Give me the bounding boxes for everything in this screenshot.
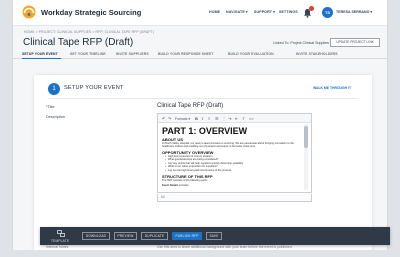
editor-scrollbar-thumb[interactable] — [304, 126, 308, 148]
walk-me-through-link[interactable]: WALK ME THROUGH IT — [313, 86, 351, 90]
notification-badge — [309, 6, 314, 11]
italic-icon[interactable]: I — [202, 116, 203, 121]
about-text: At North Valley Hospital, our team is la… — [162, 142, 294, 149]
clear-format-icon[interactable]: T — [242, 116, 244, 121]
duplicate-button[interactable]: DUPLICATE — [141, 232, 168, 240]
avatar[interactable]: TS — [322, 7, 333, 18]
nav-navigate[interactable]: NAVIGATE ▾ — [226, 10, 248, 14]
app-window: Workday Strategic Sourcing HOME NAVIGATE… — [12, 0, 388, 250]
indent-icon[interactable]: ⇥ — [228, 116, 231, 121]
list-item: Lay out the high-level goals and timelin… — [165, 169, 231, 173]
workday-logo-icon[interactable] — [22, 5, 36, 19]
save-button[interactable]: SAVE — [206, 232, 222, 240]
tab-setup-your-event[interactable]: SETUP YOUR EVENT — [22, 52, 58, 56]
editor-heading: PART 1: OVERVIEW — [162, 126, 248, 136]
tab-set-your-timeline[interactable]: SET YOUR TIMELINE — [70, 52, 106, 56]
nav-home[interactable]: HOME — [209, 10, 220, 14]
source-code-icon[interactable]: <> — [249, 116, 254, 121]
tab-build-response-sheet[interactable]: BUILD YOUR RESPONSE SHEET — [158, 52, 214, 56]
setup-event-card: 1 SETUP YOUR EVENT WALK ME THROUGH IT *T… — [34, 75, 372, 250]
linked-project-text: Linked To: Project Clinical Supplies — [273, 41, 329, 45]
description-label: Description — [46, 115, 65, 119]
undo-icon[interactable]: ↶ — [162, 116, 165, 121]
step-number-badge: 1 — [48, 83, 60, 95]
template-label[interactable]: TEMPLATE — [51, 239, 69, 243]
editor-status-path: h2 — [157, 194, 312, 202]
tab-bar: SETUP YOUR EVENT SET YOUR TIMELINE INVIT… — [13, 51, 387, 59]
editor-content[interactable]: PART 1: OVERVIEW ABOUT US At North Valle… — [162, 125, 302, 191]
user-menu[interactable]: TERESA SERRANO ▾ — [336, 10, 372, 14]
divider — [48, 98, 358, 99]
tab-invite-stakeholders[interactable]: INVITE STAKEHOLDERS — [296, 52, 338, 56]
tab-build-evaluation[interactable]: BUILD YOUR EVALUATION — [228, 52, 274, 56]
active-tab-indicator — [22, 58, 61, 59]
description-editor[interactable]: ↶ ↷ Formats ▾ B I ≡ ☰ ⋮ ⇥ ⇤ T <> PART 1:… — [157, 113, 312, 193]
app-title: Workday Strategic Sourcing — [41, 8, 142, 17]
preview-button[interactable]: PREVIEW — [114, 232, 137, 240]
formats-dropdown[interactable]: Formats ▾ — [175, 117, 190, 122]
nav-settings[interactable]: SETTINGS — [279, 10, 298, 14]
structure-text: The RFP consists of the following parts: — [162, 179, 208, 182]
title-label: *Title — [46, 105, 55, 109]
nav-support[interactable]: SUPPORT ▾ — [254, 10, 275, 14]
align-left-icon[interactable]: ≡ — [208, 116, 210, 121]
bold-icon[interactable]: B — [195, 116, 198, 121]
internal-notes-text[interactable]: Use this area to share additional backgr… — [157, 245, 293, 249]
event-details-suffix: includes: — [178, 184, 190, 187]
event-details-label: Event Details — [162, 184, 179, 187]
editor-toolbar: ↶ ↷ Formats ▾ B I ≡ ☰ ⋮ ⇥ ⇤ T <> — [158, 114, 311, 123]
bullet-list-icon[interactable]: ☰ — [215, 116, 219, 121]
page-title: Clinical Tape RFP (Draft) — [23, 37, 134, 48]
numbered-list-icon[interactable]: ⋮ — [222, 116, 226, 121]
publish-rfp-button[interactable]: PUBLISH RFP — [172, 232, 202, 240]
update-project-link-button[interactable]: UPDATE PROJECT LINK — [330, 38, 380, 47]
event-details-text: Event Details includes: — [162, 184, 300, 187]
breadcrumb[interactable]: HOME > PROJECT: CLINICAL SUPPLIES > RFP:… — [24, 30, 154, 34]
step-title: SETUP YOUR EVENT — [64, 85, 124, 91]
redo-icon[interactable]: ↷ — [168, 116, 171, 121]
template-icon[interactable] — [57, 230, 65, 237]
top-navigation-bar: Workday Strategic Sourcing HOME NAVIGATE… — [13, 0, 387, 26]
bottom-action-bar: TEMPLATE DOWNLOAD PREVIEW DUPLICATE PUBL… — [40, 227, 390, 245]
download-button[interactable]: DOWNLOAD — [82, 232, 110, 240]
outdent-icon[interactable]: ⇤ — [235, 116, 238, 121]
internal-notes-label: Internal Notes — [46, 245, 69, 249]
title-field[interactable]: Clinical Tape RFP (Draft) — [157, 103, 223, 109]
tab-invite-suppliers[interactable]: INVITE SUPPLIERS — [116, 52, 149, 56]
